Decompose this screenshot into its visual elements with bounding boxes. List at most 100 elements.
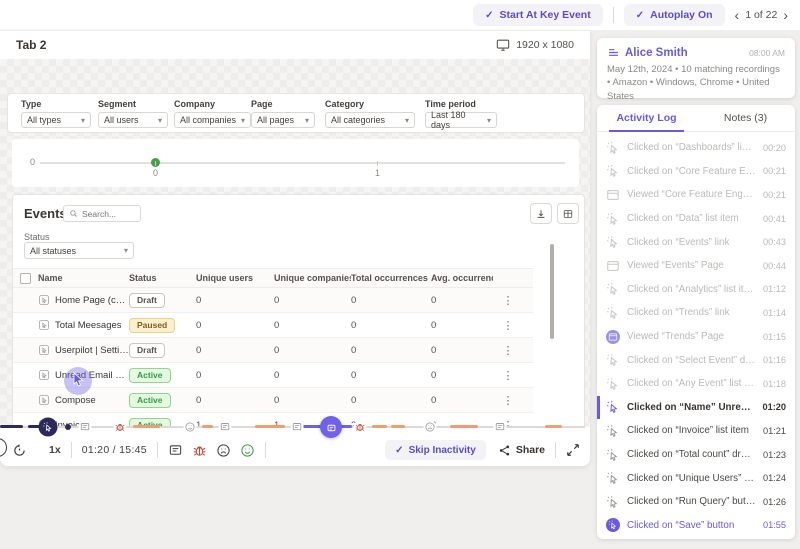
speed-button[interactable]: 1x xyxy=(49,444,61,456)
tab-activity-log[interactable]: Activity Log xyxy=(597,105,696,131)
activity-item[interactable]: Clicked on “Total count” dropdown01:23 xyxy=(597,443,795,467)
timeline-frown-icon[interactable] xyxy=(424,421,437,434)
event-type-icon xyxy=(38,344,50,356)
axis-line xyxy=(40,162,565,164)
timeline-segment-orange[interactable] xyxy=(545,425,562,428)
axis-left-label: 0 xyxy=(30,157,35,167)
chevron-right-icon[interactable]: › xyxy=(783,8,788,22)
timeline-segment-orange[interactable] xyxy=(372,425,387,428)
replay-cursor-icon xyxy=(70,371,86,387)
activity-item[interactable]: Clicked on “Save” button01:55 xyxy=(597,514,795,538)
activity-item[interactable]: Clicked on “Analytics” list item01:12 xyxy=(597,278,795,302)
activity-item[interactable]: Clicked on “Events” link00:43 xyxy=(597,230,795,254)
activity-item[interactable]: Clicked on “Name” Unread Email C…01:20 xyxy=(597,396,795,420)
row-menu-icon[interactable]: ⋮ xyxy=(503,345,514,357)
timeline-note-icon[interactable] xyxy=(219,421,232,434)
chevron-down-icon: ▾ xyxy=(241,116,245,125)
timeline-segment-orange[interactable] xyxy=(133,425,160,428)
filter-select[interactable]: All categories▾ xyxy=(325,112,415,128)
bug-icon xyxy=(115,422,126,433)
timeline-note-icon[interactable] xyxy=(291,421,304,434)
bug-icon xyxy=(355,422,366,433)
activity-time: 01:20 xyxy=(763,402,787,412)
filter-select[interactable]: All companies▾ xyxy=(174,112,251,128)
autoplay-button[interactable]: ✓ Autoplay On xyxy=(624,4,725,26)
table-row[interactable]: ComposeActive0000⋮ xyxy=(13,388,533,413)
frown-icon[interactable] xyxy=(216,443,231,458)
timeline-click-icon[interactable] xyxy=(39,418,58,437)
filter-select[interactable]: All pages▾ xyxy=(251,112,315,128)
activity-item[interactable]: Clicked on “Core Feature Engagem…00:21 xyxy=(597,160,795,184)
axis-right-label: 1 xyxy=(375,168,380,178)
status-filter-select[interactable]: All statuses ▾ xyxy=(24,242,134,259)
search-input[interactable] xyxy=(82,209,132,219)
event-name: Compose xyxy=(55,395,96,406)
click-icon xyxy=(606,282,620,296)
table-row[interactable]: Userpilot | SettingsDraft0000⋮ xyxy=(13,338,533,363)
table-row[interactable]: Home Page (copy)Draft0000⋮ xyxy=(13,288,533,313)
filter-select[interactable]: All types▾ xyxy=(21,112,91,128)
row-menu-icon[interactable]: ⋮ xyxy=(503,295,514,307)
table-row[interactable]: Total MeesagesPaused0000⋮ xyxy=(13,313,533,338)
rewind-icon[interactable] xyxy=(12,443,27,458)
click-icon xyxy=(606,141,620,155)
play-button[interactable] xyxy=(0,438,7,457)
timeline-dot[interactable] xyxy=(65,424,71,430)
click-icon xyxy=(606,377,620,391)
download-button[interactable] xyxy=(530,203,552,224)
activity-item[interactable]: Clicked on “Unique Users” list item01:24 xyxy=(597,466,795,490)
column-header: Unique companies xyxy=(274,273,351,283)
activity-item[interactable]: Clicked on “Any Event” list item01:18 xyxy=(597,372,795,396)
timeline-segment-orange[interactable] xyxy=(255,425,285,428)
smiley-icon[interactable] xyxy=(240,443,255,458)
vertical-scrollbar[interactable] xyxy=(550,244,554,339)
row-menu-icon[interactable]: ⋮ xyxy=(503,320,514,332)
activity-item[interactable]: Clicked on “Dashboards” list item00:20 xyxy=(597,136,795,160)
timeline-bug-icon[interactable] xyxy=(354,421,367,434)
columns-button[interactable] xyxy=(557,203,579,224)
events-search[interactable] xyxy=(63,205,141,222)
activity-item[interactable]: Clicked on “Invoice” list item01:21 xyxy=(597,419,795,443)
start-at-key-event-button[interactable]: ✓ Start At Key Event xyxy=(473,4,603,26)
user-card: Alice Smith 08:00 AM May 12th, 2024 • 10… xyxy=(597,38,795,98)
timeline-smiley-icon[interactable] xyxy=(184,421,197,434)
activity-time: 00:43 xyxy=(763,237,786,247)
click-icon xyxy=(606,212,620,226)
filter-select[interactable]: All users▾ xyxy=(98,112,168,128)
timeline-segment-orange[interactable] xyxy=(391,425,405,428)
user-name[interactable]: Alice Smith xyxy=(625,47,688,59)
column-header: Total occurrences xyxy=(351,273,431,283)
chevron-left-icon[interactable]: ‹ xyxy=(735,8,740,22)
bug-icon[interactable] xyxy=(192,443,207,458)
activity-item[interactable]: Viewed “Events” Page00:44 xyxy=(597,254,795,278)
note-icon[interactable] xyxy=(168,443,183,458)
tab-notes-3-[interactable]: Notes (3) xyxy=(696,105,795,131)
expand-icon[interactable] xyxy=(566,443,580,457)
activity-item[interactable]: Viewed “Core Feature Engagment”00:21 xyxy=(597,183,795,207)
activity-item[interactable]: Clicked on “Data” list item00:41 xyxy=(597,207,795,231)
filter-group-time-period: Time periodLast 180 days▾ xyxy=(425,99,497,128)
row-menu-icon[interactable]: ⋮ xyxy=(503,395,514,407)
skip-inactivity-button[interactable]: ✓ Skip Inactivity xyxy=(385,440,486,460)
timeline-note-icon[interactable] xyxy=(79,421,92,434)
unique-companies-value: 0 xyxy=(274,345,351,356)
timeline-segment-orange[interactable] xyxy=(450,425,478,428)
timeline-bug-icon[interactable] xyxy=(114,421,127,434)
timeline-segment-orange[interactable] xyxy=(202,425,213,428)
timeline-segment-navy[interactable] xyxy=(0,425,23,428)
unique-users-value: 0 xyxy=(196,395,274,406)
select-all-checkbox[interactable] xyxy=(20,273,31,284)
activity-item[interactable]: Clicked on “Trends” link01:14 xyxy=(597,301,795,325)
activity-item[interactable]: Clicked on “Select Event” dropdown01:16 xyxy=(597,348,795,372)
avg-occurrence-value: 0 xyxy=(431,395,493,406)
filter-value: All users xyxy=(104,115,139,125)
activity-item[interactable]: Viewed “Trends” Page01:15 xyxy=(597,325,795,349)
timeline-note-icon[interactable] xyxy=(494,421,507,434)
playback-timeline[interactable] xyxy=(0,420,590,434)
row-menu-icon[interactable]: ⋮ xyxy=(503,370,514,382)
user-menu-icon[interactable] xyxy=(607,46,620,59)
activity-text: Clicked on “Invoice” list item xyxy=(627,425,756,436)
activity-item[interactable]: Clicked on “Run Query” button01:26 xyxy=(597,490,795,514)
share-button[interactable]: Share xyxy=(498,444,545,457)
filter-select[interactable]: Last 180 days▾ xyxy=(425,112,497,128)
